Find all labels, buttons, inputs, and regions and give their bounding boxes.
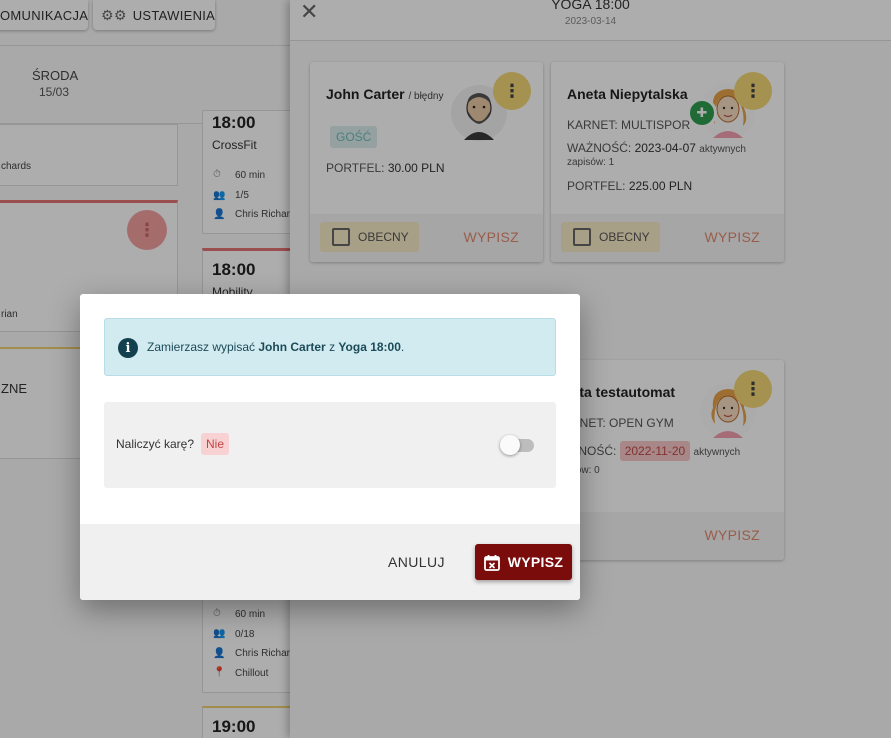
info-message: Zamierzasz wypisać John Carter z Yoga 18…: [147, 340, 404, 354]
dialog-actions: ANULUJ WYPISZ: [80, 524, 580, 600]
penalty-label: Naliczyć karę?: [116, 437, 195, 451]
info-suffix: .: [400, 340, 405, 354]
penalty-toggle[interactable]: [500, 435, 536, 455]
info-mid: z: [329, 340, 336, 354]
toggle-thumb: [500, 435, 520, 455]
info-icon: i: [118, 338, 138, 358]
info-prefix: Zamierzasz wypisać: [147, 340, 256, 354]
penalty-status-badge: Nie: [201, 433, 230, 455]
penalty-section: Naliczyć karę? Nie: [104, 402, 556, 488]
cancel-button[interactable]: ANULUJ: [388, 554, 445, 570]
calendar-remove-icon: [483, 554, 500, 571]
info-member: John Carter: [258, 340, 326, 354]
info-class: Yoga 18:00: [338, 340, 401, 354]
confirm-unsubscribe-button[interactable]: WYPISZ: [475, 544, 572, 580]
info-alert: i Zamierzasz wypisać John Carter z Yoga …: [104, 318, 556, 376]
unsubscribe-dialog: i Zamierzasz wypisać John Carter z Yoga …: [80, 294, 580, 600]
confirm-label: WYPISZ: [507, 554, 564, 570]
